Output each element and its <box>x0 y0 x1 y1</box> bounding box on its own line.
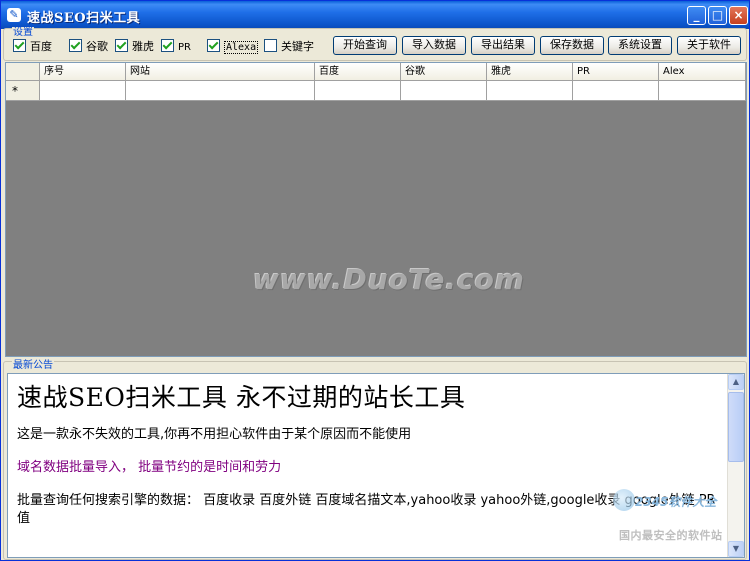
grid-corner[interactable] <box>6 63 40 81</box>
column-header-pr[interactable]: PR <box>573 63 659 81</box>
corner-logo-brand: 2345软件大全 <box>635 495 717 509</box>
checkbox-alexa-label: Alexa <box>224 41 259 54</box>
export-results-button[interactable]: 导出结果 <box>471 36 535 55</box>
checkbox-yahoo-label: 雅虎 <box>132 40 154 53</box>
checkbox-baidu[interactable]: 百度 <box>13 39 52 55</box>
checkbox-pr[interactable]: PR <box>161 39 191 55</box>
main-window: ✎ 速战SEO扫米工具 _ □ × 设置 百度 谷歌 雅虎 PR Alexa 关… <box>0 0 750 561</box>
notice-heading: 速战SEO扫米工具 永不过期的站长工具 <box>17 383 466 412</box>
corner-logo-slogan: 国内最安全的软件站 <box>619 529 723 542</box>
cell-baidu[interactable] <box>315 81 401 101</box>
column-header-baidu[interactable]: 百度 <box>315 63 401 81</box>
checkbox-pr-box[interactable] <box>161 39 174 52</box>
cell-index[interactable] <box>40 81 126 101</box>
cell-google[interactable] <box>401 81 487 101</box>
column-header-index[interactable]: 序号 <box>40 63 126 81</box>
close-button[interactable]: × <box>729 6 748 25</box>
title-bar[interactable]: ✎ 速战SEO扫米工具 _ □ × <box>1 1 749 29</box>
system-settings-button[interactable]: 系统设置 <box>608 36 672 55</box>
scroll-up-button[interactable]: ▲ <box>728 374 744 390</box>
checkbox-pr-label: PR <box>178 42 191 53</box>
checkbox-alexa[interactable]: Alexa <box>207 39 259 55</box>
checkbox-baidu-label: 百度 <box>30 40 52 53</box>
window-title: 速战SEO扫米工具 <box>27 11 141 26</box>
column-header-google[interactable]: 谷歌 <box>401 63 487 81</box>
checkbox-keyword-box[interactable] <box>264 39 277 52</box>
cell-pr[interactable] <box>573 81 659 101</box>
corner-logo-watermark: 2345软件大全 国内最安全的软件站 <box>613 489 745 547</box>
checkbox-google-label: 谷歌 <box>86 40 108 53</box>
logo-badge-icon <box>613 489 635 511</box>
notice-line-2: 域名数据批量导入， 批量节约的是时间和劳力 <box>17 460 282 475</box>
app-icon[interactable]: ✎ <box>7 8 21 22</box>
checkbox-keyword-label: 关键字 <box>281 40 314 53</box>
checkbox-baidu-box[interactable] <box>13 39 26 52</box>
cell-yahoo[interactable] <box>487 81 573 101</box>
grid-header: 序号 网站 百度 谷歌 雅虎 PR Alex <box>6 63 746 81</box>
save-data-button[interactable]: 保存数据 <box>540 36 604 55</box>
table-row[interactable]: * <box>6 81 746 101</box>
minimize-button[interactable]: _ <box>687 6 706 25</box>
notice-line-1: 这是一款永不失效的工具,你再不用担心软件由于某个原因而不能使用 <box>17 427 412 442</box>
maximize-button[interactable]: □ <box>708 6 727 25</box>
checkbox-alexa-box[interactable] <box>207 39 220 52</box>
cell-alexa[interactable] <box>659 81 746 101</box>
column-header-alexa[interactable]: Alex <box>659 63 746 81</box>
checkbox-yahoo[interactable]: 雅虎 <box>115 39 154 55</box>
start-query-button[interactable]: 开始查询 <box>333 36 397 55</box>
import-data-button[interactable]: 导入数据 <box>402 36 466 55</box>
column-header-yahoo[interactable]: 雅虎 <box>487 63 573 81</box>
results-grid[interactable]: 序号 网站 百度 谷歌 雅虎 PR Alex * <box>5 62 747 357</box>
cell-site[interactable] <box>126 81 315 101</box>
settings-group-label: 设置 <box>12 27 34 38</box>
notice-group-label: 最新公告 <box>12 360 54 371</box>
checkbox-keyword[interactable]: 关键字 <box>264 39 314 55</box>
duote-watermark: www.DuoTe.com <box>253 263 525 296</box>
column-header-site[interactable]: 网站 <box>126 63 315 81</box>
new-row-marker[interactable]: * <box>6 81 40 101</box>
about-software-button[interactable]: 关于软件 <box>677 36 741 55</box>
checkbox-google[interactable]: 谷歌 <box>69 39 108 55</box>
checkbox-yahoo-box[interactable] <box>115 39 128 52</box>
checkbox-google-box[interactable] <box>69 39 82 52</box>
scroll-thumb[interactable] <box>728 392 744 462</box>
